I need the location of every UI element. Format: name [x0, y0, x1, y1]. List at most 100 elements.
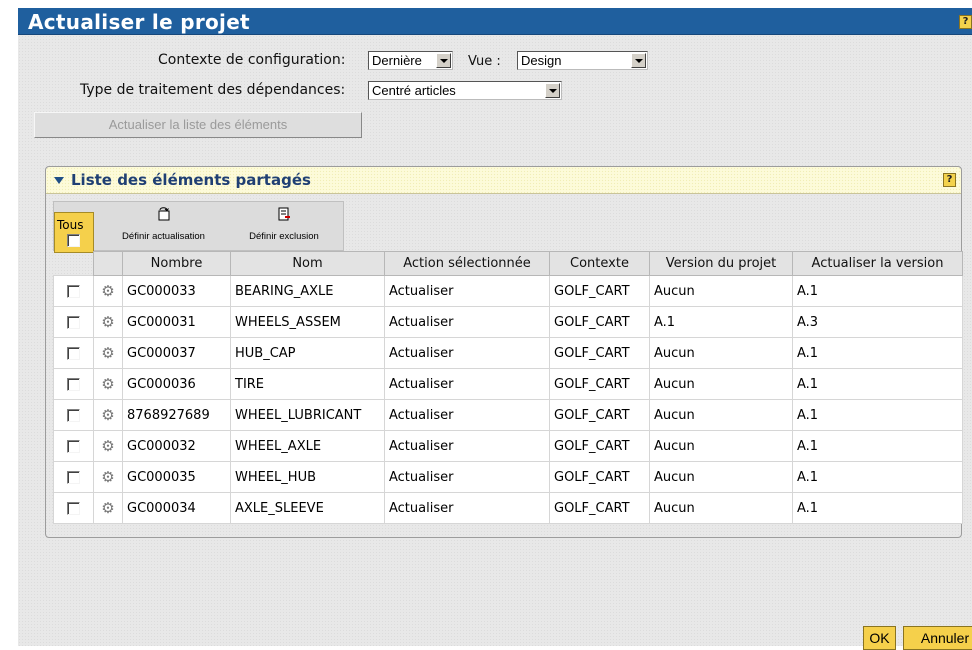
table-cell: Aucun — [649, 275, 793, 307]
ok-button[interactable]: OK — [863, 626, 896, 650]
table-cell: GOLF_CART — [549, 492, 650, 524]
row-checkbox[interactable] — [67, 440, 80, 453]
table-cell: Aucun — [649, 399, 793, 431]
panel-header[interactable]: Liste des éléments partagés ? — [46, 167, 961, 194]
row-checkbox[interactable] — [67, 347, 80, 360]
chevron-down-icon[interactable] — [631, 53, 646, 68]
table-cell: Aucun — [649, 430, 793, 462]
table-body: ⚙ GC000033 BEARING_AXLE Actualiser GOLF_CART… — [53, 275, 963, 524]
column-header[interactable]: Actualiser la version — [792, 251, 963, 276]
select-all-checkbox[interactable] — [67, 234, 80, 247]
table-cell: WHEEL_LUBRICANT — [230, 399, 385, 431]
table-cell: GC000034 — [122, 492, 231, 524]
row-checkbox[interactable] — [67, 378, 80, 391]
row-checkbox-cell — [53, 368, 94, 400]
update-project-dialog: Actualiser le projet ? Contexte de confi… — [18, 8, 972, 650]
table-cell: Actualiser — [384, 461, 550, 493]
table-row[interactable]: ⚙ 8768927689 WHEEL_LUBRICANT Actualiser GOLF… — [53, 399, 963, 431]
table-cell: Aucun — [649, 368, 793, 400]
gear-icon[interactable]: ⚙ — [93, 368, 123, 400]
view-select-value: Design — [521, 53, 562, 68]
dependency-select[interactable]: Centré articles — [368, 81, 562, 100]
column-header[interactable]: Action sélectionnée — [384, 251, 550, 276]
set-exclusion-button[interactable]: Définir exclusion — [228, 202, 340, 250]
row-checkbox[interactable] — [67, 409, 80, 422]
shared-items-panel: Liste des éléments partagés ? Tous Défin… — [45, 166, 963, 538]
table-cell: A.1 — [649, 306, 793, 338]
table-cell: GC000037 — [122, 337, 231, 369]
gear-icon[interactable]: ⚙ — [93, 492, 123, 524]
dialog-title: Actualiser le projet — [28, 10, 250, 34]
table-cell: Actualiser — [384, 368, 550, 400]
table-row[interactable]: ⚙ GC000037 HUB_CAP Actualiser GOLF_CART Aucun… — [53, 337, 963, 369]
table-cell: WHEEL_HUB — [230, 461, 385, 493]
table-cell: GC000032 — [122, 430, 231, 462]
gear-icon[interactable]: ⚙ — [93, 430, 123, 462]
gear-icon[interactable]: ⚙ — [93, 399, 123, 431]
table-row[interactable]: ⚙ GC000034 AXLE_SLEEVE Actualiser GOLF_CART A… — [53, 492, 963, 524]
cancel-button[interactable]: Annuler — [903, 626, 972, 650]
table-row[interactable]: ⚙ GC000031 WHEELS_ASSEM Actualiser GOLF_CART… — [53, 306, 963, 338]
gear-icon[interactable]: ⚙ — [93, 461, 123, 493]
gear-icon[interactable]: ⚙ — [93, 337, 123, 369]
row-checkbox-cell — [53, 492, 94, 524]
table-row[interactable]: ⚙ GC000033 BEARING_AXLE Actualiser GOLF_CART… — [53, 275, 963, 307]
table-cell: WHEELS_ASSEM — [230, 306, 385, 338]
table-cell: Actualiser — [384, 399, 550, 431]
table-cell: GOLF_CART — [549, 461, 650, 493]
table-cell: Aucun — [649, 492, 793, 524]
panel-help-button[interactable]: ? — [943, 173, 956, 187]
chevron-down-icon[interactable] — [545, 83, 560, 98]
column-header[interactable]: Contexte — [549, 251, 650, 276]
title-bar: Actualiser le projet ? — [18, 8, 972, 35]
table-row[interactable]: ⚙ GC000036 TIRE Actualiser GOLF_CART Aucun A.1 — [53, 368, 963, 400]
table-cell: A.1 — [792, 368, 963, 400]
row-checkbox-cell — [53, 337, 94, 369]
table-header-row: Nombre Nom Action sélectionnée Contexte … — [54, 251, 963, 276]
table-cell: Actualiser — [384, 492, 550, 524]
table-cell: Actualiser — [384, 306, 550, 338]
table-cell: Actualiser — [384, 337, 550, 369]
context-select[interactable]: Dernière — [368, 51, 453, 70]
help-button[interactable]: ? — [959, 15, 972, 29]
table-cell: GOLF_CART — [549, 275, 650, 307]
header-checkbox-col — [54, 252, 94, 276]
column-header[interactable]: Nombre — [122, 251, 231, 276]
gear-icon[interactable]: ⚙ — [93, 306, 123, 338]
table-row[interactable]: ⚙ GC000035 WHEEL_HUB Actualiser GOLF_CART Auc… — [53, 461, 963, 493]
view-select[interactable]: Design — [517, 51, 648, 70]
table-cell: AXLE_SLEEVE — [230, 492, 385, 524]
view-label: Vue : — [468, 54, 501, 69]
panel-title: Liste des éléments partagés — [71, 171, 311, 189]
table-cell: A.1 — [792, 337, 963, 369]
table-cell: GOLF_CART — [549, 399, 650, 431]
row-checkbox[interactable] — [67, 471, 80, 484]
gear-icon[interactable]: ⚙ — [93, 275, 123, 307]
set-exclusion-icon — [278, 207, 290, 221]
column-header[interactable]: Version du projet — [649, 251, 793, 276]
dependency-label: Type de traitement des dépendances: — [80, 82, 346, 98]
collapse-triangle-icon[interactable] — [54, 177, 64, 184]
table-cell: TIRE — [230, 368, 385, 400]
table-cell: Aucun — [649, 337, 793, 369]
table-cell: GC000033 — [122, 275, 231, 307]
table-row[interactable]: ⚙ GC000032 WHEEL_AXLE Actualiser GOLF_CART Au… — [53, 430, 963, 462]
column-header[interactable]: Nom — [230, 251, 385, 276]
set-update-button[interactable]: Définir actualisation — [100, 202, 227, 250]
row-checkbox[interactable] — [67, 285, 80, 298]
set-exclusion-label: Définir exclusion — [249, 231, 319, 242]
chevron-down-icon[interactable] — [436, 53, 451, 68]
table-cell: GOLF_CART — [549, 430, 650, 462]
table-cell: GC000036 — [122, 368, 231, 400]
row-checkbox[interactable] — [67, 316, 80, 329]
table-cell: Aucun — [649, 461, 793, 493]
table-cell: A.3 — [792, 306, 963, 338]
row-checkbox-cell — [53, 430, 94, 462]
row-checkbox-cell — [53, 399, 94, 431]
row-checkbox[interactable] — [67, 502, 80, 515]
panel-toolbar: Tous Définir actualisation Définir exclu… — [53, 201, 344, 253]
row-checkbox-cell — [53, 461, 94, 493]
table-cell: GC000035 — [122, 461, 231, 493]
refresh-list-button[interactable]: Actualiser la liste des éléments — [34, 112, 362, 138]
shared-items-table: Nombre Nom Action sélectionnée Contexte … — [53, 251, 963, 524]
